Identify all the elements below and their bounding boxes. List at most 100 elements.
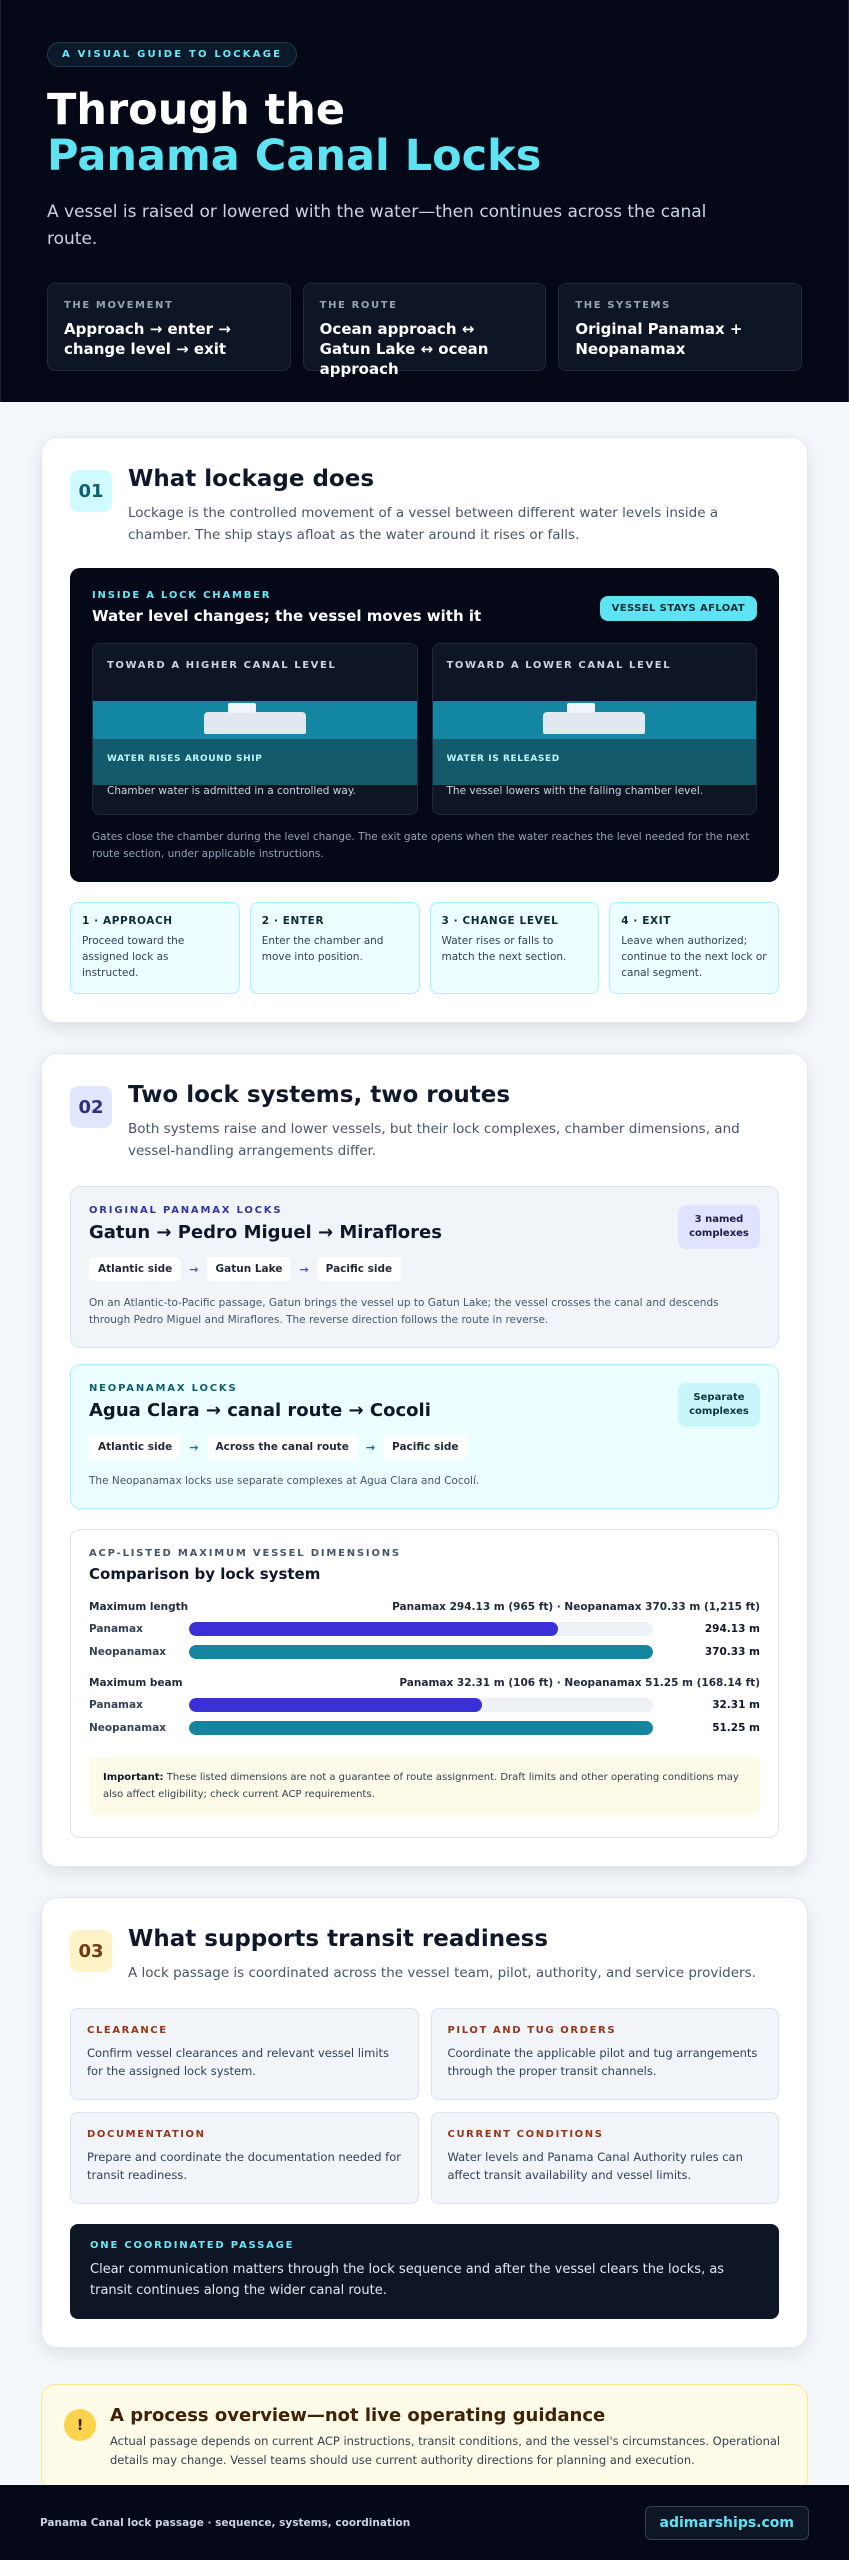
arrow-right-icon: → <box>299 1262 309 1276</box>
original-panamax-card: ORIGINAL PANAMAX LOCKS Gatun → Pedro Mig… <box>70 1186 779 1348</box>
lockage-steps: 1 · APPROACH Proceed toward the assigned… <box>70 902 779 994</box>
step-change-level: 3 · CHANGE LEVEL Water rises or falls to… <box>429 902 600 994</box>
hero-card-route: THE ROUTE Ocean approach ↔ Gatun Lake ↔ … <box>302 283 547 378</box>
hero-kicker: A VISUAL GUIDE TO LOCKAGE <box>47 42 298 67</box>
metric-max-beam: Maximum beam Panamax 32.31 m (106 ft) · … <box>89 1677 760 1735</box>
readiness-description: Prepare and coordinate the documentation… <box>87 2150 401 2182</box>
vessel-afloat-pill: VESSEL STAYS AFLOAT <box>599 596 757 621</box>
bar-value: 32.31 m <box>712 1699 760 1711</box>
hero-card-value: Approach → enter → change level → exit <box>64 320 231 358</box>
step-title: 1 · APPROACH <box>82 915 173 927</box>
footer-brand-link[interactable]: adimarships.com <box>644 2505 809 2540</box>
arrow-right-icon: → <box>365 1440 376 1454</box>
warning-icon: ! <box>64 2409 96 2441</box>
readiness-card-clearance: CLEARANCE Confirm vessel clearances and … <box>70 2008 419 2100</box>
footer-text: Panama Canal lock passage · sequence, sy… <box>40 2516 411 2529</box>
route-chip: Atlantic side <box>89 1257 182 1281</box>
readiness-kicker: PILOT AND TUG ORDERS <box>447 2025 617 2036</box>
water-note: WATER RISES AROUND SHIP <box>107 754 263 764</box>
vessel-icon <box>203 703 306 734</box>
arrow-right-icon: → <box>189 1440 199 1454</box>
important-text: These listed dimensions are not a guaran… <box>103 1772 739 1800</box>
hero-card-label: THE ROUTE <box>319 300 398 311</box>
section-lead: Lockage is the controlled movement of a … <box>128 505 719 543</box>
section-header: 02 Two lock systems, two routes Both sys… <box>70 1080 779 1162</box>
route-chip: Across the canal route <box>206 1435 358 1459</box>
readiness-card-documentation: DOCUMENTATION Prepare and coordinate the… <box>70 2112 419 2204</box>
important-note: Important: These listed dimensions are n… <box>89 1757 760 1815</box>
arrow-right-icon: → <box>189 1262 199 1276</box>
overview-description: Actual passage depends on current ACP in… <box>110 2434 781 2467</box>
dims-title: Comparison by lock system <box>89 1565 321 1583</box>
route-chip: Gatun Lake <box>206 1257 292 1281</box>
bar-fill <box>189 1698 482 1712</box>
lock-chamber-diagram: INSIDE A LOCK CHAMBER Water level change… <box>70 568 779 882</box>
panel-description: Chamber water is admitted in a controlle… <box>107 785 356 797</box>
panel-label: TOWARD A HIGHER CANAL LEVEL <box>107 660 337 671</box>
bar-row-panamax: Panamax 32.31 m <box>89 1698 760 1712</box>
readiness-grid: CLEARANCE Confirm vessel clearances and … <box>70 2008 779 2204</box>
readiness-kicker: CURRENT CONDITIONS <box>447 2129 604 2140</box>
hero-cards: THE MOVEMENT Approach → enter → change l… <box>47 283 803 378</box>
metric-label: Maximum beam <box>89 1677 183 1689</box>
process-overview-notice: ! A process overview—not live operating … <box>41 2384 808 2491</box>
system-kicker: NEOPANAMAX LOCKS <box>89 1383 238 1394</box>
system-note: On an Atlantic-to-Pacific passage, Gatun… <box>89 1297 719 1326</box>
hero-title-line1: Through the <box>47 85 345 135</box>
bar-row-neopanamax: Neopanamax 370.33 m <box>89 1645 760 1659</box>
bar-track <box>189 1698 653 1712</box>
bar-label: Neopanamax <box>89 1722 167 1734</box>
section-lead: A lock passage is coordinated across the… <box>128 1965 756 1981</box>
important-label: Important: <box>103 1772 164 1783</box>
hero-title-line2: Panama Canal Locks <box>47 131 542 181</box>
bar-value: 294.13 m <box>704 1623 760 1635</box>
system-badge: 3 named complexes <box>678 1205 760 1249</box>
step-title: 3 · CHANGE LEVEL <box>441 915 559 927</box>
step-description: Leave when authorized; continue to the n… <box>621 935 767 979</box>
step-title: 2 · ENTER <box>261 915 325 927</box>
coord-kicker: ONE COORDINATED PASSAGE <box>90 2240 295 2251</box>
hero-card-systems: THE SYSTEMS Original Panamax + Neopanama… <box>558 283 803 371</box>
section-number-badge: 03 <box>70 1930 112 1972</box>
metric-header: Maximum length Panamax 294.13 m (965 ft)… <box>89 1601 760 1613</box>
section-number-badge: 01 <box>70 470 112 512</box>
footer: Panama Canal lock passage · sequence, sy… <box>0 2485 849 2560</box>
page: A VISUAL GUIDE TO LOCKAGE Through the Pa… <box>0 0 849 2560</box>
bar-value: 370.33 m <box>704 1646 760 1658</box>
step-approach: 1 · APPROACH Proceed toward the assigned… <box>70 902 240 994</box>
section-lead: Both systems raise and lower vessels, bu… <box>128 1121 740 1159</box>
hero-card-value: Ocean approach ↔ Gatun Lake ↔ ocean appr… <box>319 320 489 378</box>
panel-label: TOWARD A LOWER CANAL LEVEL <box>446 660 672 671</box>
route-chip: Atlantic side <box>89 1435 182 1459</box>
route-chips: Atlantic side → Across the canal route →… <box>89 1435 760 1459</box>
bar-track <box>189 1721 653 1735</box>
water-upper-band <box>93 701 417 739</box>
metric-summary: Panamax 294.13 m (965 ft) · Neopanamax 3… <box>392 1601 760 1613</box>
section-title: What supports transit readiness <box>128 1926 549 1952</box>
hero-lead: A vessel is raised or lowered with the w… <box>47 202 707 249</box>
section-title: What lockage does <box>128 466 375 492</box>
bar-value: 51.25 m <box>712 1722 760 1734</box>
panel-higher-level: TOWARD A HIGHER CANAL LEVEL WATER RISES … <box>92 643 418 815</box>
bar-fill <box>189 1721 653 1735</box>
readiness-description: Coordinate the applicable pilot and tug … <box>447 2046 758 2078</box>
section-two-lock-systems: 02 Two lock systems, two routes Both sys… <box>41 1053 808 1867</box>
hero-title: Through the Panama Canal Locks <box>47 87 802 179</box>
panel-lower-level: TOWARD A LOWER CANAL LEVEL WATER IS RELE… <box>431 643 757 815</box>
bar-label: Panamax <box>89 1623 143 1635</box>
neopanamax-card: NEOPANAMAX LOCKS Agua Clara → canal rout… <box>70 1364 779 1509</box>
section-transit-readiness: 03 What supports transit readiness A loc… <box>41 1897 808 2348</box>
readiness-description: Confirm vessel clearances and relevant v… <box>87 2046 390 2078</box>
step-enter: 2 · ENTER Enter the chamber and move int… <box>249 902 420 994</box>
metric-label: Maximum length <box>89 1601 189 1613</box>
bar-label: Neopanamax <box>89 1646 167 1658</box>
coord-description: Clear communication matters through the … <box>90 2262 725 2298</box>
dimension-comparison: ACP-LISTED MAXIMUM VESSEL DIMENSIONS Com… <box>70 1529 779 1838</box>
chamber-footnote: Gates close the chamber during the level… <box>92 831 750 860</box>
readiness-kicker: DOCUMENTATION <box>87 2129 206 2140</box>
dims-kicker: ACP-LISTED MAXIMUM VESSEL DIMENSIONS <box>89 1548 401 1559</box>
section-number-badge: 02 <box>70 1086 112 1128</box>
step-description: Enter the chamber and move into position… <box>261 935 384 963</box>
metric-summary: Panamax 32.31 m (106 ft) · Neopanamax 51… <box>399 1677 760 1689</box>
section-header: 01 What lockage does Lockage is the cont… <box>70 464 779 546</box>
